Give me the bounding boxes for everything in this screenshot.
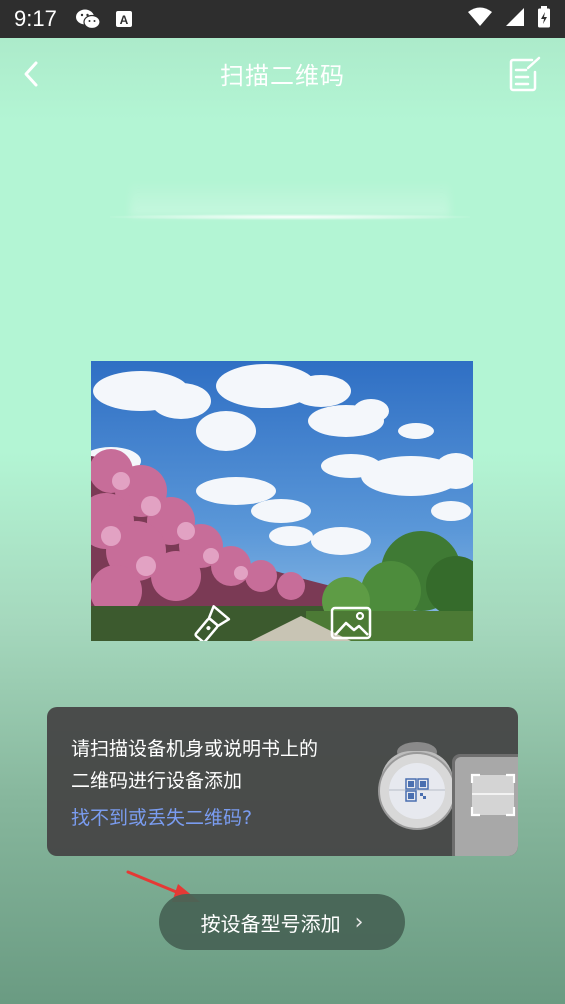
top-bar: 扫描二维码	[0, 38, 565, 108]
wechat-icon	[75, 8, 101, 30]
album-button[interactable]	[329, 605, 373, 641]
battery-icon	[537, 6, 551, 32]
add-by-model-button[interactable]: 按设备型号添加 ›	[159, 894, 405, 950]
status-bar: 9:17 A	[0, 0, 565, 38]
flashlight-icon	[194, 605, 231, 641]
a-letter-icon: A	[115, 10, 133, 28]
svg-text:A: A	[119, 13, 128, 27]
note-edit-icon	[509, 56, 541, 92]
wifi-icon	[467, 7, 493, 31]
scan-line	[110, 214, 470, 220]
add-by-model-label: 按设备型号添加	[200, 911, 341, 936]
signal-icon	[505, 7, 525, 31]
page-title: 扫描二维码	[220, 62, 345, 90]
history-button[interactable]	[505, 54, 545, 94]
camera-preview	[91, 361, 473, 641]
hint-card: 请扫描设备机身或说明书上的二维码进行设备添加 找不到或丢失二维码?	[47, 707, 518, 856]
hint-text: 请扫描设备机身或说明书上的二维码进行设备添加	[71, 738, 319, 792]
chevron-right-icon: ›	[354, 909, 364, 935]
preview-scene	[91, 361, 473, 641]
flashlight-button[interactable]	[189, 603, 233, 641]
status-time: 9:17	[14, 6, 57, 31]
device-qr-illustration	[329, 729, 518, 856]
scan-glow	[130, 180, 450, 216]
image-icon	[330, 606, 372, 640]
lost-qr-code-link[interactable]: 找不到或丢失二维码?	[71, 803, 252, 830]
